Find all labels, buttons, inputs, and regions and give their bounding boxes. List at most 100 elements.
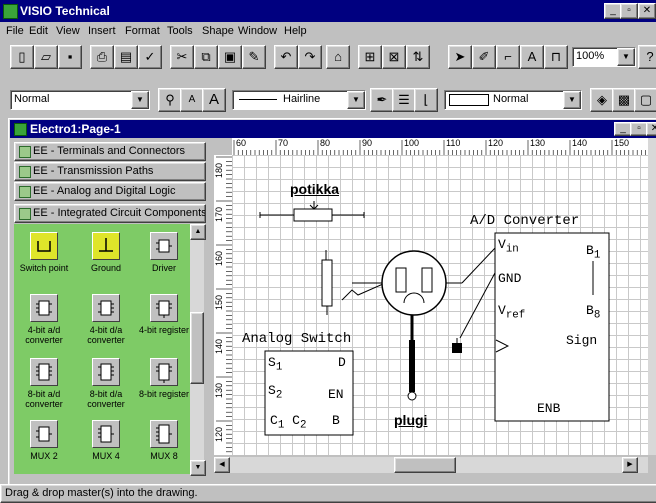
font-size-down-icon[interactable]: A [180, 88, 204, 112]
chip-icon [150, 420, 178, 448]
group-icon[interactable]: ⊠ [382, 45, 406, 69]
plugi-label[interactable]: plugi [394, 412, 427, 428]
chevron-down-icon[interactable]: ▼ [131, 91, 149, 109]
distribute-icon[interactable]: ⇅ [406, 45, 430, 69]
font-size-up-icon[interactable]: A [202, 88, 226, 112]
document-title: Electro1:Page-1 [30, 122, 121, 136]
open-icon[interactable]: ▱ [34, 45, 58, 69]
undo-icon[interactable]: ↶ [274, 45, 298, 69]
master-mux4[interactable]: MUX 4 [78, 420, 134, 461]
scroll-down-icon[interactable]: ▼ [190, 460, 206, 476]
chevron-down-icon[interactable]: ▼ [617, 48, 635, 66]
paste-icon[interactable]: ▣ [218, 45, 242, 69]
stencil-scrollbar[interactable]: ▲ ▼ [190, 224, 206, 476]
close-button[interactable]: ✕ [638, 3, 656, 19]
chevron-down-icon[interactable]: ▼ [563, 91, 581, 109]
canvas-vertical-scrollbar[interactable] [648, 138, 656, 455]
stencil-tab-integrated-circuit[interactable]: EE - Integrated Circuit Components [14, 204, 206, 223]
master-4bit-da[interactable]: 4-bit d/a converter [78, 294, 134, 345]
pointer-icon[interactable]: ➤ [448, 45, 472, 69]
driver-icon [150, 232, 178, 260]
menu-edit[interactable]: Edit [29, 25, 48, 37]
drawing-canvas[interactable]: potikka plugi Analog Switch S1 D S2 EN C… [232, 155, 648, 455]
text-tool-icon[interactable]: A [520, 45, 544, 69]
canvas-horizontal-scrollbar[interactable]: ◀ ▶ [214, 457, 648, 473]
analog-switch-b: B [332, 413, 340, 428]
print-preview-icon[interactable]: ▤ [114, 45, 138, 69]
align-icon[interactable]: ⊞ [358, 45, 382, 69]
corner-icon[interactable]: ▢ [634, 88, 656, 112]
app-title-bar[interactable]: VISIO Technical _ ▫ ✕ [0, 0, 656, 22]
potikka-label[interactable]: potikka [290, 181, 339, 197]
connector-icon[interactable]: ⌐ [496, 45, 520, 69]
fill-select[interactable]: Normal ▼ [444, 90, 582, 110]
master-driver[interactable]: Driver [136, 232, 192, 273]
scroll-right-icon[interactable]: ▶ [622, 457, 638, 473]
print-icon[interactable]: ⎙ [90, 45, 114, 69]
redo-icon[interactable]: ↷ [298, 45, 322, 69]
menu-help[interactable]: Help [284, 25, 307, 37]
new-icon[interactable]: ▯ [10, 45, 34, 69]
menu-window[interactable]: Window [238, 25, 277, 37]
ruler-label: 160 [214, 251, 224, 267]
menu-shape[interactable]: Shape [202, 25, 234, 37]
style-select[interactable]: Normal ▼ [10, 90, 150, 110]
menu-view[interactable]: View [56, 25, 80, 37]
scroll-thumb[interactable] [190, 312, 204, 384]
chip-icon [150, 358, 178, 386]
line-pattern-icon[interactable]: ☰ [392, 88, 416, 112]
line-weight-select[interactable]: Hairline ▼ [232, 90, 366, 110]
ruler-label: 100 [404, 138, 420, 148]
s1-label: S [268, 355, 276, 370]
master-8bit-ad[interactable]: 8-bit a/d converter [16, 358, 72, 409]
vin-label: V [498, 237, 506, 252]
line-sample [239, 99, 277, 100]
stencil-tab-transmission[interactable]: EE - Transmission Paths [14, 162, 206, 181]
menu-file[interactable]: File [6, 25, 24, 37]
ruler-corner [214, 138, 232, 155]
line-ends-icon[interactable]: ⌊ [414, 88, 438, 112]
scroll-left-icon[interactable]: ◀ [214, 457, 230, 473]
b1-sub: 1 [593, 249, 601, 262]
pencil-icon[interactable]: ✐ [472, 45, 496, 69]
potentiometer-shape[interactable] [259, 201, 365, 222]
stencil-tab-analog-digital[interactable]: EE - Analog and Digital Logic [14, 182, 206, 201]
stamp-icon[interactable]: ⊓ [544, 45, 568, 69]
master-switch-point[interactable]: Switch point [16, 232, 72, 273]
ruler-label: 140 [214, 339, 224, 355]
font-icon[interactable]: ⚲ [158, 88, 182, 112]
line-color-icon[interactable]: ✒ [370, 88, 394, 112]
master-8bit-da[interactable]: 8-bit d/a converter [78, 358, 134, 409]
plug-shape[interactable] [352, 250, 462, 401]
zoom-select[interactable]: 100% ▼ [572, 47, 636, 67]
master-mux8[interactable]: MUX 8 [136, 420, 192, 461]
spelling-icon[interactable]: ✓ [138, 45, 162, 69]
analog-switch-en: EN [328, 387, 344, 402]
fill-color-icon[interactable]: ◈ [590, 88, 614, 112]
document-title-bar[interactable]: Electro1:Page-1 _ ▫ ✕ [10, 120, 656, 138]
stencil-open-icon[interactable]: ⌂ [326, 45, 350, 69]
master-mux2[interactable]: MUX 2 [16, 420, 72, 461]
scroll-up-icon[interactable]: ▲ [190, 224, 206, 240]
shadow-icon[interactable]: ▩ [612, 88, 636, 112]
save-icon[interactable]: ▪ [58, 45, 82, 69]
help-icon[interactable]: ? [638, 45, 656, 69]
doc-close-button[interactable]: ✕ [646, 122, 656, 136]
menu-insert[interactable]: Insert [88, 25, 116, 37]
chevron-down-icon[interactable]: ▼ [347, 91, 365, 109]
menu-format[interactable]: Format [125, 25, 160, 37]
copy-icon[interactable]: ⧉ [194, 45, 218, 69]
b8-label: B [586, 303, 594, 318]
stencil-tab-terminals[interactable]: EE - Terminals and Connectors [14, 142, 206, 161]
master-4bit-ad[interactable]: 4-bit a/d converter [16, 294, 72, 345]
h-scroll-thumb[interactable] [394, 457, 456, 473]
format-painter-icon[interactable]: ✎ [242, 45, 266, 69]
master-8bit-register[interactable]: 8-bit register [136, 358, 192, 399]
menu-tools[interactable]: Tools [167, 25, 193, 37]
vertical-ruler: 180 170 160 150 140 130 120 [214, 155, 233, 455]
master-ground[interactable]: Ground [78, 232, 134, 273]
cut-icon[interactable]: ✂ [170, 45, 194, 69]
ruler-label: 130 [214, 383, 224, 399]
restore-button[interactable]: ▫ [620, 3, 638, 19]
master-4bit-register[interactable]: 4-bit register [136, 294, 192, 335]
